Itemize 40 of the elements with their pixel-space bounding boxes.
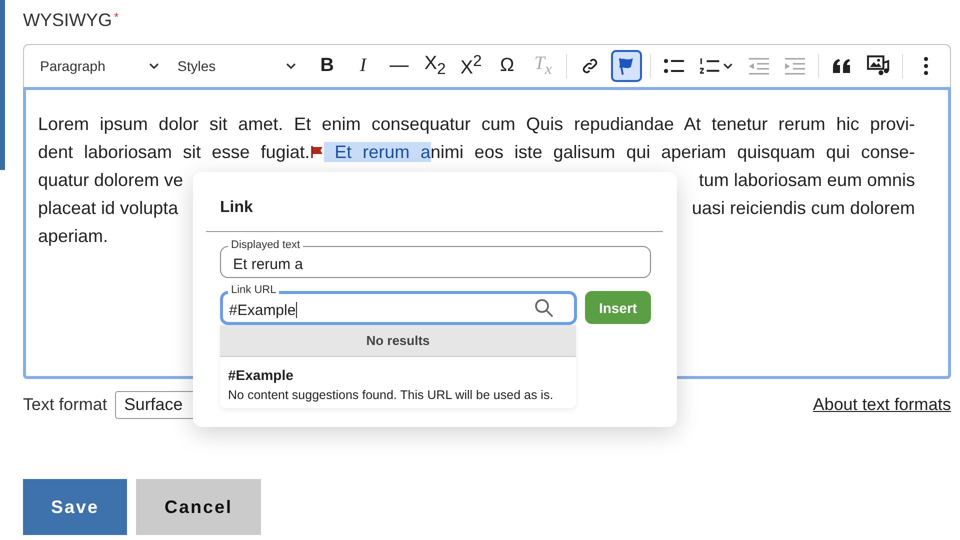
search-icon [534, 298, 554, 318]
dialog-title: Link [220, 199, 254, 218]
italic-button[interactable]: I [348, 50, 378, 82]
cancel-button[interactable]: Cancel [136, 479, 261, 535]
image-music-icon [866, 55, 890, 77]
suggestion-item[interactable]: #Example No content suggestions found. This URL will be used as is. [220, 357, 576, 408]
editor-text: quatur dolorem ve [38, 169, 184, 192]
quote-icon [832, 58, 852, 74]
subscript-button[interactable]: X$_{2}$ [420, 50, 450, 82]
save-button[interactable]: Save [23, 479, 127, 535]
editor-text: Lorem ipsum dolor sit amet. Et enim consequatur cum Quis repudiandae At tenetur rerum hic provi- [38, 113, 915, 136]
paragraph-dropdown[interactable]: Paragraph [34, 50, 166, 82]
chevron-icon [148, 62, 160, 70]
indent-icon [784, 57, 806, 75]
required-mark: * [114, 10, 119, 24]
flag-button[interactable] [611, 50, 642, 82]
horizontal-line-button[interactable]: — [384, 50, 414, 82]
editor-text: uasi reiciendis cum dolorem [692, 197, 915, 220]
field-label: Displayed text [228, 239, 304, 251]
flag-icon [310, 145, 324, 159]
no-results-header: No results [220, 325, 576, 357]
editor-text: aperiam. [38, 225, 108, 248]
special-characters-button[interactable]: Ω [492, 50, 522, 82]
superscript-button[interactable]: X$^{2}$ [456, 50, 486, 82]
field-label: Link URL [228, 284, 280, 296]
bulleted-list-icon [663, 57, 686, 75]
suggestion-title: #Example [228, 367, 294, 383]
styles-dropdown[interactable]: Styles [172, 50, 304, 82]
chevron-icon [285, 62, 298, 70]
editor-text: placeat id volupta [38, 197, 178, 220]
bold-button[interactable]: B [312, 50, 342, 82]
numbered-list-icon [699, 57, 734, 75]
editor-text: tum laboriosam eum omnis [698, 169, 915, 192]
outdent-icon [748, 57, 770, 75]
suggestion-description: No content suggestions found. This URL will be used as is. [228, 388, 554, 402]
editor-text: dent laboriosam sit esse fugiat. Et rerum animi eos iste galisum qui aperiam quisquam qui conse- [38, 141, 915, 164]
about-text-formats-link[interactable]: About text formats [813, 395, 951, 415]
text-format-label: Text format [23, 395, 108, 415]
field-label: WYSIWYG [23, 10, 112, 31]
more-icon [923, 56, 930, 76]
